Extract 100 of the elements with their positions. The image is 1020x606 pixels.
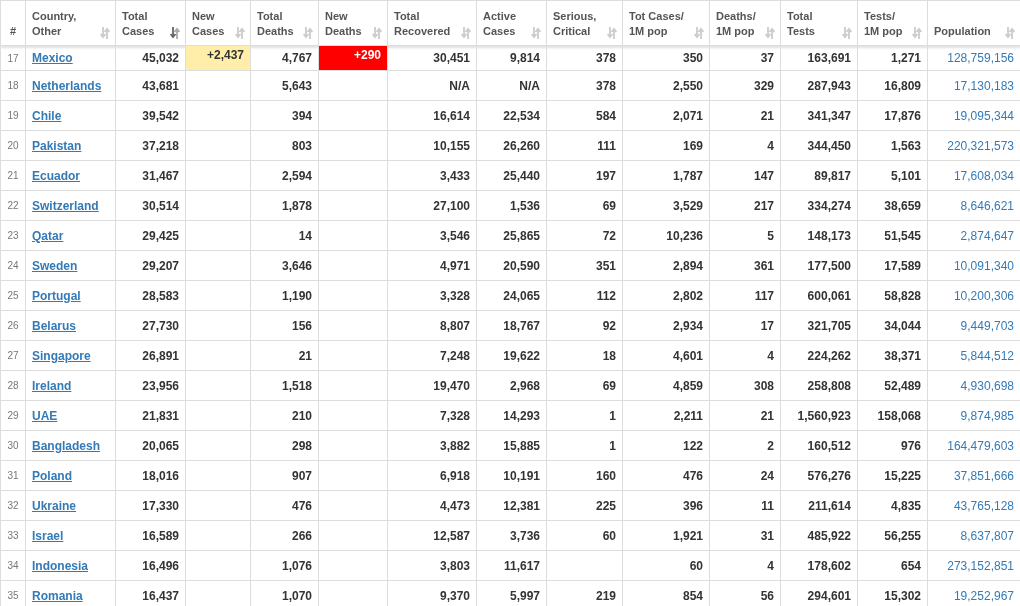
column-header[interactable]: New Deaths: [318, 0, 388, 46]
row-number: 25: [0, 280, 26, 311]
table-cell: 156: [250, 310, 319, 341]
table-cell: 18,016: [115, 460, 186, 491]
table-cell: 10,236: [622, 220, 710, 251]
table-cell: 26,260: [476, 130, 547, 161]
table-cell: 24: [709, 460, 781, 491]
table-cell: 117: [709, 280, 781, 311]
country-link[interactable]: Chile: [32, 108, 62, 123]
column-header[interactable]: New Cases: [185, 0, 251, 46]
table-cell: 5: [709, 220, 781, 251]
table-cell: 60: [546, 520, 623, 551]
column-header[interactable]: Total Cases: [115, 0, 186, 46]
column-header[interactable]: Total Deaths: [250, 0, 319, 46]
table-cell: 163,691: [780, 45, 858, 71]
table-cell: 45,032: [115, 45, 186, 71]
table-cell: 38,371: [857, 340, 928, 371]
table-cell: 10,155: [387, 130, 477, 161]
table-cell: 16,496: [115, 550, 186, 581]
table-cell: 19,622: [476, 340, 547, 371]
table-cell: 1,563: [857, 130, 928, 161]
column-header[interactable]: Total Tests: [780, 0, 858, 46]
table-cell: 169: [622, 130, 710, 161]
table-cell: 26,891: [115, 340, 186, 371]
table-cell: 1,536: [476, 190, 547, 221]
table-cell: 4: [709, 340, 781, 371]
table-cell: 287,943: [780, 70, 858, 101]
table-cell: 21,831: [115, 400, 186, 431]
table-cell: N/A: [476, 70, 547, 101]
table-cell: 27,100: [387, 190, 477, 221]
table-cell: 160,512: [780, 430, 858, 461]
table-cell: 31: [709, 520, 781, 551]
table-cell: 22,534: [476, 100, 547, 131]
table-cell: 476: [250, 490, 319, 521]
column-header[interactable]: Active Cases: [476, 0, 547, 46]
table-cell: 178,602: [780, 550, 858, 581]
country-link[interactable]: Israel: [32, 528, 64, 543]
table-cell: 258,808: [780, 370, 858, 401]
table-cell: 11,617: [476, 550, 547, 581]
table-cell: 14,293: [476, 400, 547, 431]
row-number: 35: [0, 580, 26, 606]
table-cell: 28,583: [115, 280, 186, 311]
column-header[interactable]: Country, Other: [25, 0, 116, 46]
table-cell: 378: [546, 45, 623, 71]
column-header[interactable]: Total Recovered: [387, 0, 477, 46]
table-cell: 396: [622, 490, 710, 521]
column-header[interactable]: Tests/ 1M pop: [857, 0, 928, 46]
table-cell: 160: [546, 460, 623, 491]
table-cell: 308: [709, 370, 781, 401]
table-cell: 341,347: [780, 100, 858, 131]
table-cell: 217: [709, 190, 781, 221]
table-cell: 1,190: [250, 280, 319, 311]
table-cell: 329: [709, 70, 781, 101]
table-cell: 3,882: [387, 430, 477, 461]
column-header[interactable]: Tot Cases/ 1M pop: [622, 0, 710, 46]
row-number: 17: [0, 45, 26, 71]
table-cell: 485,922: [780, 520, 858, 551]
table-cell: 334,274: [780, 190, 858, 221]
table-cell: 1,560,923: [780, 400, 858, 431]
table-cell: 92: [546, 310, 623, 341]
row-number: 29: [0, 400, 26, 431]
table-cell: 1,787: [622, 160, 710, 191]
table-cell: 7,248: [387, 340, 477, 371]
table-cell: 17,589: [857, 250, 928, 281]
table-cell: 224,262: [780, 340, 858, 371]
table-cell: 25,440: [476, 160, 547, 191]
table-cell: 111: [546, 130, 623, 161]
row-number: 21: [0, 160, 26, 191]
country-link[interactable]: Qatar: [32, 228, 64, 243]
country-link[interactable]: UAE: [32, 408, 58, 423]
table-cell: 11: [709, 490, 781, 521]
row-number: 33: [0, 520, 26, 551]
column-header[interactable]: Serious, Critical: [546, 0, 623, 46]
table-cell: 197: [546, 160, 623, 191]
table-cell: 378: [546, 70, 623, 101]
table-cell: 803: [250, 130, 319, 161]
table-cell: 2: [709, 430, 781, 461]
table-cell: 69: [546, 370, 623, 401]
table-cell: 122: [622, 430, 710, 461]
table-cell: 18: [546, 340, 623, 371]
column-header[interactable]: Population: [927, 0, 1020, 46]
row-number: 22: [0, 190, 26, 221]
table-cell: 2,802: [622, 280, 710, 311]
table-cell: 361: [709, 250, 781, 281]
table-cell: 16,809: [857, 70, 928, 101]
table-cell: 37,218: [115, 130, 186, 161]
table-cell: 350: [622, 45, 710, 71]
table-cell: 21: [709, 100, 781, 131]
column-header[interactable]: Deaths/ 1M pop: [709, 0, 781, 46]
table-cell: 38,659: [857, 190, 928, 221]
table-cell: 600,061: [780, 280, 858, 311]
table-cell: 12,381: [476, 490, 547, 521]
table-cell: 2,594: [250, 160, 319, 191]
table-cell: 89,817: [780, 160, 858, 191]
row-number: 19: [0, 100, 26, 131]
table-cell: 17: [709, 310, 781, 341]
table-cell: 56,255: [857, 520, 928, 551]
table-cell: 4,473: [387, 490, 477, 521]
table-cell: 9,814: [476, 45, 547, 71]
table-cell: 72: [546, 220, 623, 251]
